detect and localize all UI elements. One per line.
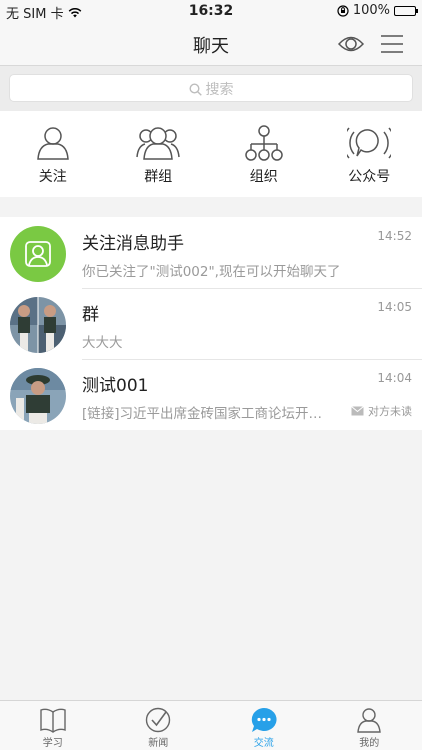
tab-chat-label: 交流 (253, 738, 274, 749)
tab-me-label: 我的 (359, 738, 380, 749)
search-area: 搜索 (0, 66, 422, 111)
nav-bar: 聊天 (0, 22, 422, 66)
quick-org-label: 组织 (249, 169, 278, 185)
menu-icon[interactable] (380, 33, 404, 55)
tab-news-label: 新闻 (148, 738, 169, 749)
assistant-person-icon (25, 241, 51, 267)
read-status-text: 对方未读 (368, 405, 412, 418)
search-placeholder: 搜索 (10, 79, 412, 99)
chat-row-group[interactable]: 群 14:05 大大大 (0, 288, 422, 359)
tab-me[interactable]: 我的 (317, 701, 422, 750)
chat-row-assistant[interactable]: 关注消息助手 14:52 你已关注了"测试002",现在可以开始聊天了 (0, 217, 422, 288)
person-icon (357, 708, 382, 733)
chat-time: 14:52 (377, 229, 412, 243)
tab-chat[interactable]: 交流 (211, 701, 317, 750)
quick-group-label: 群组 (144, 169, 173, 185)
chat-name: 关注消息助手 (82, 234, 184, 254)
tab-news[interactable]: 新闻 (106, 701, 212, 750)
group-icon (136, 127, 180, 160)
avatar (10, 226, 66, 282)
check-circle-icon (146, 707, 171, 733)
chat-preview: 你已关注了"测试002",现在可以开始聊天了 (82, 264, 341, 280)
org-chart-icon (245, 125, 283, 161)
chat-name: 测试001 (82, 376, 149, 396)
quick-org-button[interactable]: 组织 (211, 111, 317, 197)
quick-official-button[interactable]: 公众号 (317, 111, 422, 197)
tab-study[interactable]: 学习 (0, 701, 106, 750)
avatar (10, 297, 66, 353)
chat-name: 群 (82, 305, 99, 325)
rotation-lock-icon (337, 4, 349, 17)
search-input[interactable]: 搜索 (9, 74, 413, 102)
soldier-photo-avatar (10, 368, 66, 424)
tab-bar: 学习 新闻 交流 我的 (0, 700, 422, 750)
quick-follow-label: 关注 (38, 169, 67, 185)
status-bar: 无 SIM 卡 16:32 100% (0, 0, 422, 22)
search-placeholder-text: 搜索 (205, 82, 234, 98)
broadcast-icon (347, 127, 392, 159)
chat-preview: [链接]习近平出席金砖国家工商论坛开… (82, 406, 323, 422)
tab-study-label: 学习 (42, 738, 63, 749)
chat-row-test001[interactable]: 测试001 14:04 [链接]习近平出席金砖国家工商论坛开… 对方未读 (0, 359, 422, 430)
status-right: 100% (337, 3, 418, 18)
chat-list: 关注消息助手 14:52 你已关注了"测试002",现在可以开始聊天了 群 14… (0, 217, 422, 430)
read-status: 对方未读 (351, 403, 412, 419)
person-icon (36, 127, 69, 160)
quick-follow-button[interactable]: 关注 (0, 111, 106, 197)
battery-percent: 100% (352, 3, 390, 18)
quick-actions: 关注 群组 组织 公众号 (0, 111, 422, 197)
group-photo-avatar (10, 297, 66, 353)
envelope-icon (351, 406, 364, 416)
chat-time: 14:05 (377, 300, 412, 314)
search-icon (188, 83, 202, 96)
quick-group-button[interactable]: 群组 (106, 111, 212, 197)
avatar (10, 368, 66, 424)
quick-official-label: 公众号 (348, 169, 391, 185)
eye-icon[interactable] (338, 32, 364, 56)
chat-preview: 大大大 (82, 335, 123, 351)
book-icon (40, 708, 66, 733)
chat-bubble-icon (251, 707, 277, 732)
battery-icon (394, 5, 418, 16)
chat-time: 14:04 (377, 371, 412, 385)
